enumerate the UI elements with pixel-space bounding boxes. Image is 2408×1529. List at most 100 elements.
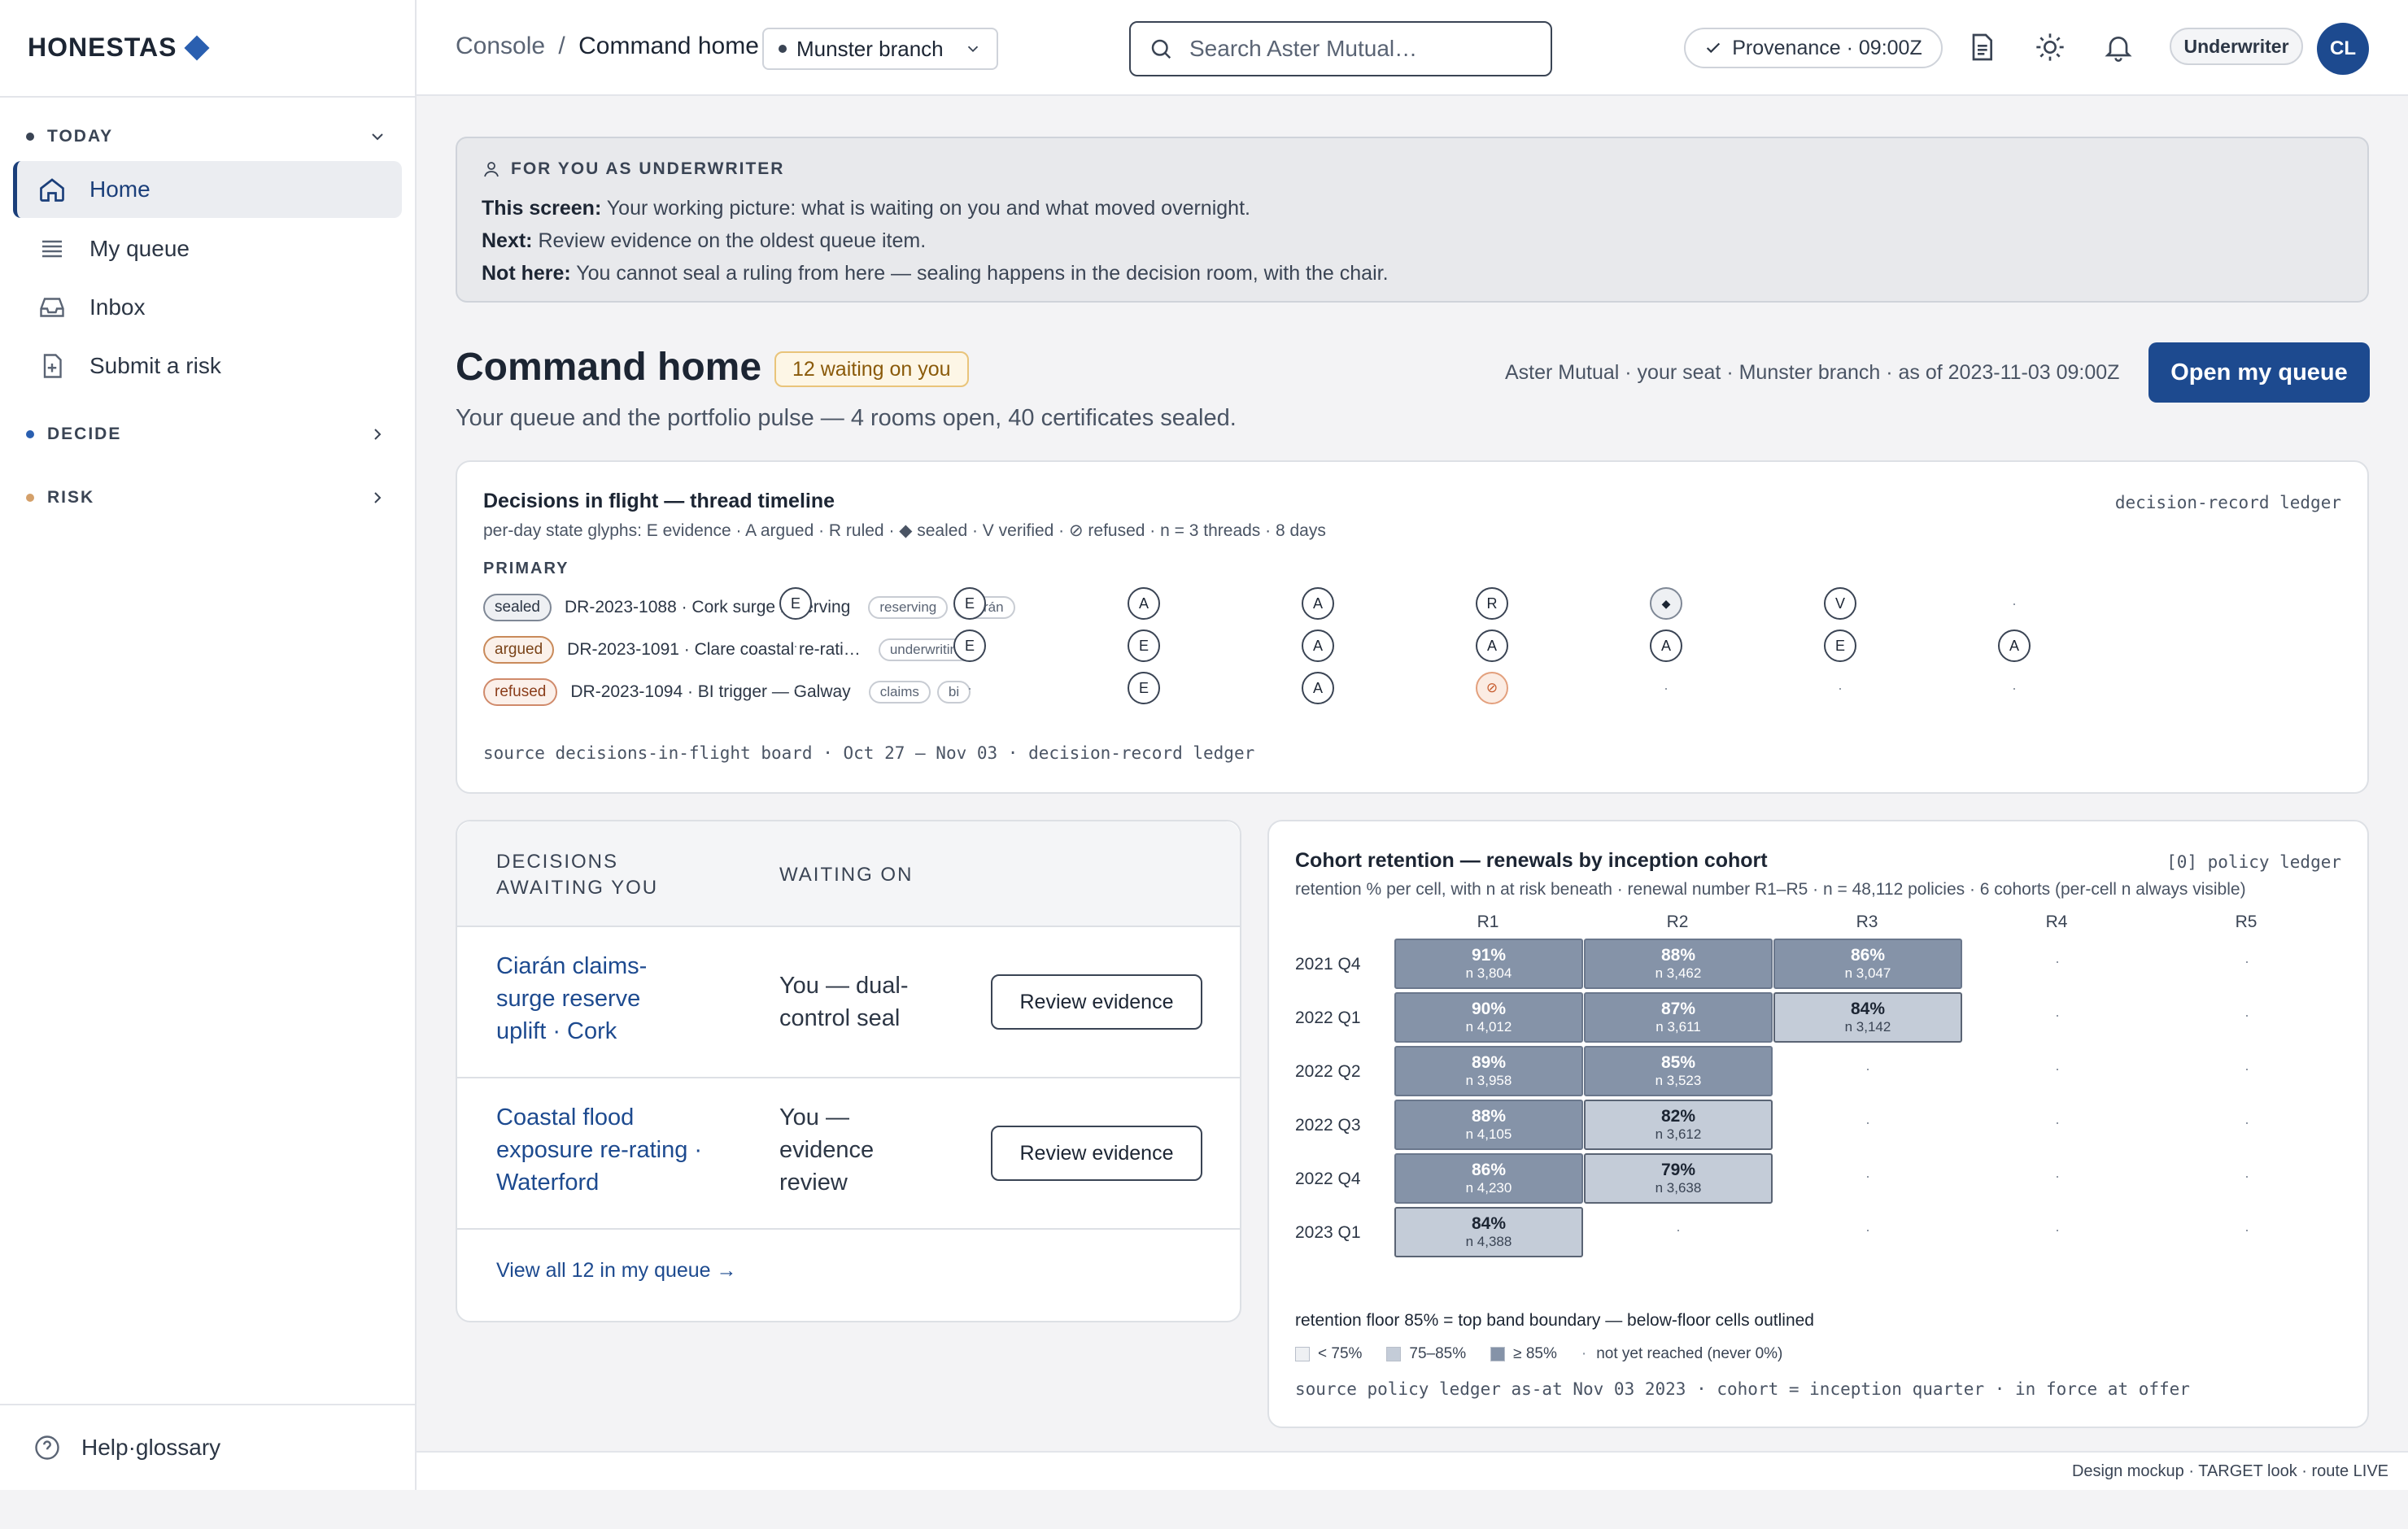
legend-label: ≥ 85%	[1513, 1345, 1557, 1362]
column-label: R3	[1856, 913, 1878, 931]
waiting-badge[interactable]: 12 waiting on you	[774, 351, 969, 387]
not-reached-marker: ·	[1676, 1222, 1681, 1238]
heatmap-cell[interactable]: 87% n 3,611	[1584, 992, 1773, 1043]
heatmap-cell[interactable]: 88% n 4,105	[1394, 1100, 1583, 1150]
branch-label: Munster branch	[796, 36, 944, 61]
notice-line-text: Your working picture: what is waiting on…	[606, 197, 1250, 220]
heatmap-cell[interactable]: 85% n 3,523	[1584, 1046, 1773, 1096]
state-glyph: ·	[967, 679, 972, 696]
cell-n: n 3,047	[1844, 965, 1891, 981]
sidebar-item-my-queue[interactable]: My queue	[13, 220, 402, 277]
open-queue-button[interactable]: Open my queue	[2148, 342, 2370, 403]
queue-item-waiting: You — evidence review	[779, 1104, 875, 1196]
timeline-row[interactable]: refused DR-2023-1094 · BI trigger — Galw…	[483, 678, 971, 706]
timeline-row[interactable]: sealed DR-2023-1088 · Cork surge reservi…	[483, 594, 1015, 621]
section-decide[interactable]: DECIDE	[26, 425, 387, 444]
queue-item-waiting: You — dual-control seal	[779, 973, 909, 1031]
review-evidence-button[interactable]: Review evidence	[991, 1126, 1202, 1181]
heatmap-cell[interactable]: 86% n 3,047	[1773, 939, 1962, 989]
heatmap-cell[interactable]: 89% n 3,958	[1394, 1046, 1583, 1096]
state-glyph: ·	[793, 679, 798, 696]
timeline-card: Decisions in flight — thread timeline de…	[456, 460, 2369, 794]
not-reached-marker: ·	[2244, 1114, 2249, 1130]
footer-label: Design mockup · TARGET look · route LIVE	[2071, 1462, 2388, 1480]
state-glyph: A	[1476, 629, 1508, 662]
help-glossary-link[interactable]: Help·glossary	[33, 1433, 220, 1462]
cell-n: n 3,142	[1844, 1019, 1891, 1035]
not-reached-marker: ·	[2244, 1007, 2249, 1023]
review-evidence-button[interactable]: Review evidence	[991, 974, 1202, 1030]
section-label: TODAY	[47, 127, 114, 146]
diamond-icon	[184, 34, 210, 61]
timeline-source: source decisions-in-flight board · Oct 2…	[483, 743, 1255, 763]
sidebar-item-inbox[interactable]: Inbox	[13, 279, 402, 336]
state-glyph: ◆	[1650, 587, 1682, 620]
cell-percent: 86%	[1850, 946, 1886, 965]
search-input[interactable]: Search Aster Mutual…	[1129, 21, 1552, 76]
notice-line: Next: Review evidence on the oldest queu…	[482, 224, 2343, 257]
cell-percent: 87%	[1660, 1000, 1696, 1018]
notice-heading-text: FOR YOU AS UNDERWRITER	[511, 159, 785, 178]
top-bar: Console / Command home Munster branch Se…	[417, 0, 2408, 96]
heatmap-cell[interactable]: 82% n 3,612	[1584, 1100, 1773, 1150]
sidebar-item-label: My queue	[89, 236, 190, 261]
status-badge: sealed	[483, 594, 552, 621]
not-reached-marker: ·	[2055, 1061, 2060, 1077]
cell-n: n 4,105	[1465, 1126, 1512, 1142]
list-icon	[42, 240, 62, 258]
view-all-link[interactable]: View all 12 in my queue →	[496, 1259, 737, 1283]
section-dot	[26, 430, 34, 438]
queue-item-link[interactable]: Coastal flood exposure re-rating · Water…	[496, 1101, 708, 1199]
avatar[interactable]: CL	[2317, 23, 2369, 75]
breadcrumb-current: Command home	[578, 33, 759, 59]
help-icon	[35, 1435, 59, 1460]
heatmap-cell[interactable]: 86% n 4,230	[1394, 1153, 1583, 1204]
heatmap-cell[interactable]: 84% n 3,142	[1773, 992, 1962, 1043]
section-risk[interactable]: RISK	[26, 488, 387, 507]
section-today[interactable]: TODAY	[26, 127, 387, 146]
branch-selector[interactable]: Munster branch	[762, 28, 998, 70]
footer: Design mockup · TARGET look · route LIVE	[417, 1451, 2408, 1490]
timeline-group-label: PRIMARY	[483, 560, 569, 577]
role-badge[interactable]: Underwriter	[2170, 28, 2303, 65]
timeline-row[interactable]: argued DR-2023-1091 · Clare coastal re-r…	[483, 636, 977, 664]
not-reached-marker: ·	[1865, 1168, 1870, 1184]
cell-n: n 3,523	[1655, 1073, 1702, 1088]
row-label: 2022 Q2	[1295, 1062, 1361, 1081]
retention-floor-note: retention floor 85% = top band boundary …	[1295, 1311, 1814, 1330]
sidebar-item-submit-risk[interactable]: Submit a risk	[13, 338, 402, 394]
cohort-title: Cohort retention — renewals by inception…	[1295, 849, 1768, 872]
heatmap-cell[interactable]: 84% n 4,388	[1394, 1207, 1583, 1257]
divider	[0, 96, 415, 98]
heatmap-cell[interactable]: 79% n 3,638	[1584, 1153, 1773, 1204]
cell-n: n 3,612	[1655, 1126, 1702, 1142]
heatmap-cell[interactable]: 88% n 3,462	[1584, 939, 1773, 989]
not-reached-marker: ·	[2055, 1114, 2060, 1130]
queue-item-link[interactable]: Ciarán claims-surge reserve uplift · Cor…	[496, 950, 691, 1048]
brand-logo[interactable]: HONESTAS	[28, 33, 210, 63]
heatmap-legend: < 75% 75–85% ≥ 85% · not yet reached (nev…	[1295, 1345, 1782, 1363]
file-plus-icon	[43, 354, 62, 378]
legend-label: < 75%	[1318, 1345, 1363, 1362]
heatmap-cell[interactable]: 91% n 3,804	[1394, 939, 1583, 989]
cell-percent: 88%	[1471, 1107, 1507, 1126]
inbox-icon	[40, 298, 64, 317]
not-reached-marker: ·	[2055, 1222, 2060, 1238]
sidebar-item-home[interactable]: Home	[13, 161, 402, 218]
document-icon[interactable]	[1965, 31, 1998, 63]
row-label: 2022 Q4	[1295, 1170, 1361, 1188]
not-reached-marker: ·	[1865, 1061, 1870, 1077]
cell-percent: 84%	[1850, 1000, 1886, 1018]
sun-icon[interactable]	[2034, 31, 2066, 63]
bell-icon[interactable]	[2102, 31, 2135, 63]
cohort-card: Cohort retention — renewals by inception…	[1267, 820, 2369, 1428]
state-glyph: R	[1476, 587, 1508, 620]
notice-heading: FOR YOU AS UNDERWRITER	[482, 159, 2343, 179]
heatmap-cell[interactable]: 90% n 4,012	[1394, 992, 1583, 1043]
cell-percent: 84%	[1471, 1214, 1507, 1233]
provenance-badge[interactable]: Provenance · 09:00Z	[1684, 28, 1943, 68]
cell-percent: 91%	[1471, 946, 1507, 965]
section-label: DECIDE	[47, 425, 122, 443]
state-glyph: V	[1824, 587, 1856, 620]
breadcrumb-root[interactable]: Console	[456, 33, 545, 59]
